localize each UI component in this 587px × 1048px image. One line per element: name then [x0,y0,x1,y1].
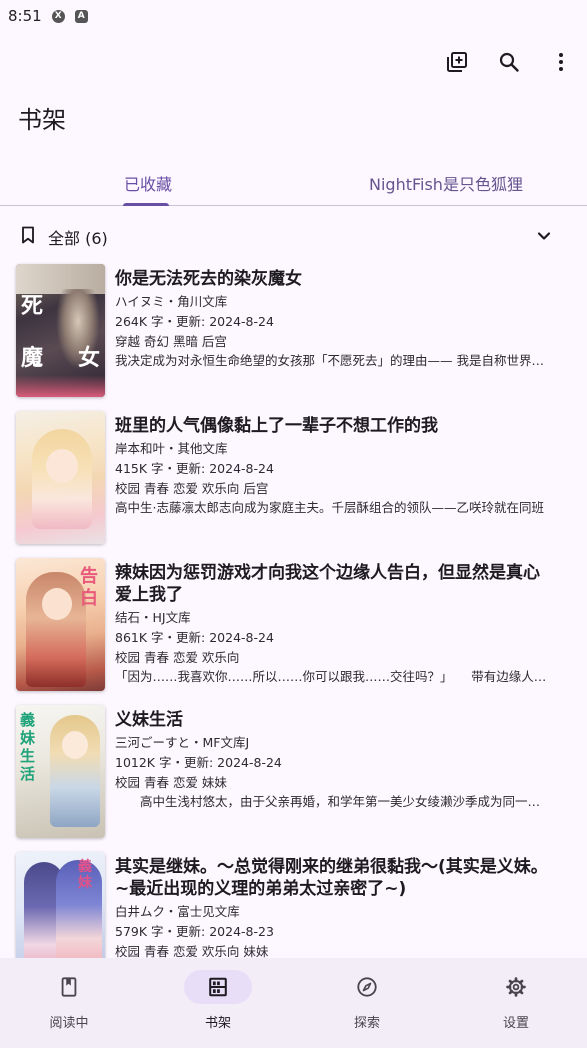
nav-reading-indicator [35,970,103,1004]
add-box-icon [447,52,467,72]
nav-settings-indicator [482,970,550,1004]
nav-bookshelf-label: 书架 [204,1016,231,1031]
tab-indicator [123,203,169,206]
tab-bar: 已收藏 NightFish是只色狐狸 [0,160,587,206]
nav-settings[interactable]: 设置 [466,958,566,1048]
book-author: 白井ムク・富士见文库 [115,904,240,919]
notification-a-icon: A [74,9,88,23]
book-cover: 義 妹 [16,852,105,958]
book-tags: 穿越 奇幻 黑暗 后宫 [115,334,227,349]
book-intro: 高中生浅村悠太，由于父亲再婚，和学年第一美少女绫濑沙季成为同一屋檐下的兄妹 [140,794,550,809]
book-title: 班里的人气偶像黏上了一辈子不想工作的我 [115,416,438,436]
book-intro: 我决定成为对永恒生命绝望的女孩那「不愿死去」的理由—— 我是自称世界最强魔女的女… [115,353,550,368]
book-item[interactable]: 義 妹 生 活 义妹生活 三河ごーすと・MF文库J 1012K 字・更新: 20… [0,703,587,843]
cover-title-char: 活 [20,765,36,783]
tab-nightfish[interactable]: NightFish是只色狐狸 [369,160,523,205]
cover-title-char: 白 [80,588,98,609]
bottom-navigation: 阅读中 书架 探索 设置 [0,958,587,1048]
tab-favorites[interactable]: 已收藏 [124,160,172,205]
search-button[interactable] [483,44,535,80]
book-tags: 校园 青春 恋爱 欢乐向 [115,650,240,665]
nav-explore-indicator [333,970,401,1004]
book-intro: 高中生·志藤凛太郎志向成为家庭主夫。千层酥组合的领队——乙咲玲就在同班 [115,500,544,515]
more-options-button[interactable] [535,44,587,80]
toolbar-actions [431,44,587,80]
gear-icon [506,977,526,997]
nav-explore[interactable]: 探索 [317,958,417,1048]
book-item[interactable]: 死 魔 女 你是无法死去的染灰魔女 ハイヌミ・角川文库 264K 字・更新: 2… [0,262,587,402]
book-intro: 「因为……我喜欢你……所以……你可以跟我……交往吗？」 带有边缘人属性 [115,669,550,684]
nav-explore-label: 探索 [353,1016,380,1031]
cover-title-char: 魔 [21,345,44,371]
book-tags: 校园 青春 恋爱 欢乐向 后宫 [115,481,269,496]
book-author: 三河ごーすと・MF文库J [115,735,250,750]
book-cover [16,411,105,544]
book-stats: 415K 字・更新: 2024-8-24 [115,461,274,476]
cover-title-char: 妹 [78,875,92,891]
add-to-shelf-button[interactable] [431,44,483,80]
notification-x-icon: X [51,9,65,23]
nav-bookshelf-indicator [184,970,252,1004]
book-cover: 告 白 [16,558,105,691]
book-author: 岸本和叶・其他文库 [115,441,228,456]
page-title: 书架 [18,106,66,134]
group-label: 全部 (6) [48,229,108,248]
book-stats: 861K 字・更新: 2024-8-24 [115,630,274,645]
search-icon [499,52,519,72]
more-vert-icon [559,53,563,71]
book-tags: 校园 青春 恋爱 妹妹 [115,775,227,790]
nav-bookshelf[interactable]: 书架 [168,958,268,1048]
bookshelf-icon [209,977,227,997]
nav-settings-label: 设置 [502,1016,529,1031]
book-stats: 264K 字・更新: 2024-8-24 [115,314,274,329]
book-title: 辣妹因为惩罚游戏才向我这个边缘人告白，但显然是真心爱上我了 [115,563,540,605]
nav-reading-label: 阅读中 [49,1016,89,1031]
book-item[interactable]: 告 白 辣妹因为惩罚游戏才向我这个边缘人告白，但显然是真心爱上我了 结石・HJ文… [0,556,587,696]
book-stats: 1012K 字・更新: 2024-8-24 [115,755,282,770]
compass-icon [357,977,377,997]
book-cover: 義 妹 生 活 [16,705,105,838]
cover-title-char: 女 [78,345,101,371]
book-item[interactable]: 義 妹 其实是继妹。～总觉得刚来的继弟很黏我～(其实是义妹。~最近出现的义理的弟… [0,850,587,958]
book-item[interactable]: 班里的人气偶像黏上了一辈子不想工作的我 岸本和叶・其他文库 415K 字・更新:… [0,409,587,549]
book-list: 死 魔 女 你是无法死去的染灰魔女 ハイヌミ・角川文库 264K 字・更新: 2… [0,262,587,958]
book-title: 其实是继妹。～总觉得刚来的继弟很黏我～(其实是义妹。~最近出现的义理的弟弟太过亲… [115,857,548,899]
group-selector[interactable]: 全部 (6) [0,218,587,252]
status-time: 8:51 [8,7,42,25]
book-icon [61,977,77,997]
status-bar: 8:51 X A [0,0,587,32]
book-title: 义妹生活 [115,710,183,730]
book-stats: 579K 字・更新: 2024-8-23 [115,924,274,939]
bookmark-icon [22,226,34,244]
book-author: 结石・HJ文库 [115,610,191,625]
book-author: ハイヌミ・角川文库 [115,294,228,309]
book-tags: 校园 青春 恋爱 欢乐向 妹妹 [115,944,269,958]
chevron-down-icon[interactable] [534,226,554,246]
nav-reading[interactable]: 阅读中 [19,958,119,1048]
cover-title-char: 死 [21,293,44,319]
book-title: 你是无法死去的染灰魔女 [115,269,302,289]
book-cover: 死 魔 女 [16,264,105,397]
